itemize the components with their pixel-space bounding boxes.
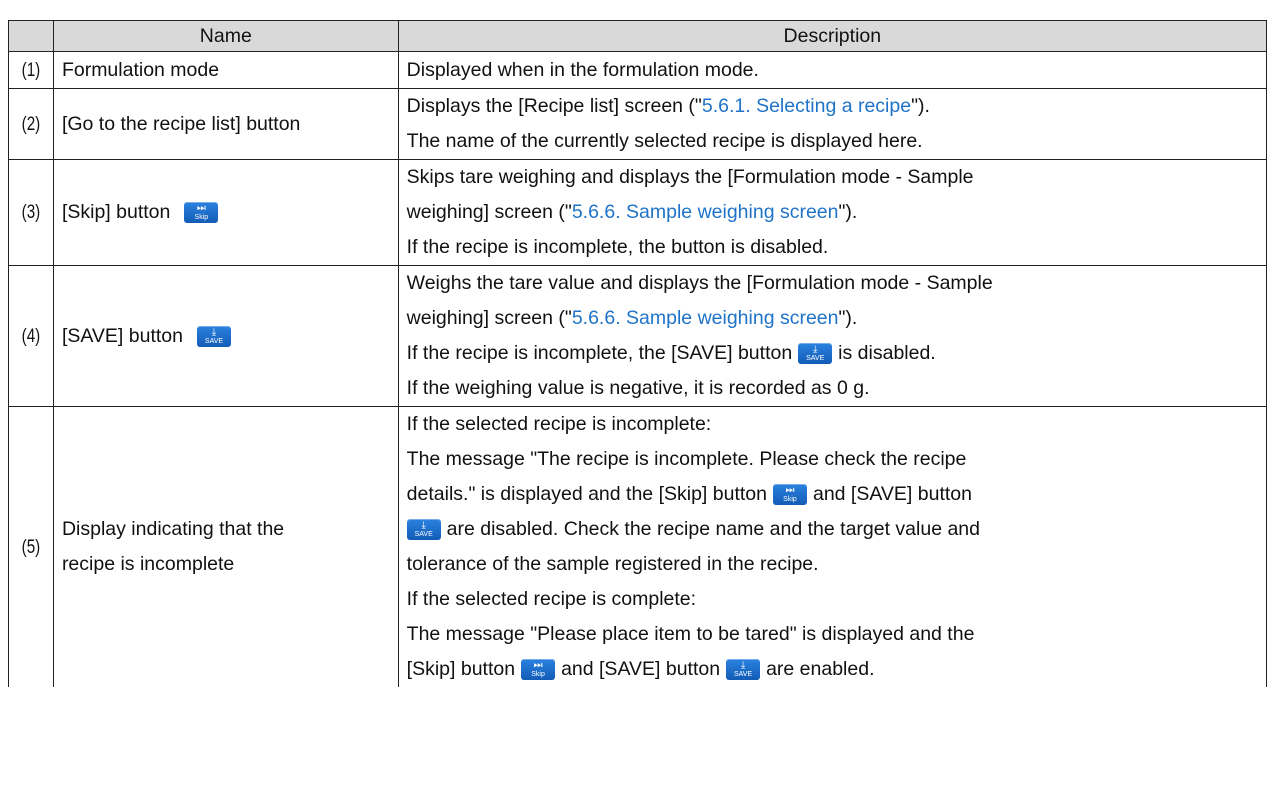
desc-line: tolerance of the sample registered in th… — [406, 553, 819, 575]
row-description: If the selected recipe is incomplete: Th… — [397, 406, 1268, 687]
desc-line: weighing] screen ("5.6.6. Sample weighin… — [406, 201, 858, 223]
desc-line: Displayed when in the formulation mode. — [406, 59, 759, 81]
desc-line: The name of the currently selected recip… — [406, 130, 923, 152]
row-name: Formulation mode — [52, 51, 399, 89]
link-selecting-recipe[interactable]: 5.6.1. Selecting a recipe — [702, 95, 911, 117]
save-download-icon: ⤓ SAVE — [406, 519, 441, 541]
desc-line: Displays the [Recipe list] screen ("5.6.… — [406, 95, 930, 117]
desc-line: weighing] screen ("5.6.6. Sample weighin… — [406, 307, 858, 329]
link-sample-weighing-screen[interactable]: 5.6.6. Sample weighing screen — [572, 201, 839, 223]
desc-line: If the weighing value is negative, it is… — [406, 377, 870, 399]
row-description: Displays the [Recipe list] screen ("5.6.… — [397, 88, 1268, 160]
desc-line: Skips tare weighing and displays the [Fo… — [406, 166, 974, 188]
spec-table: Name Description (1) Formulation mode Di… — [8, 20, 1268, 687]
table-header-row: Name Description — [8, 20, 1268, 52]
save-download-icon: ⤓ SAVE — [196, 325, 231, 347]
table-row: (4) [SAVE] button ⤓ SAVE Weighs the tare v… — [8, 265, 1268, 407]
skip-forward-icon: ⏭ Skip — [521, 659, 556, 681]
row-name: [Go to the recipe list] button — [52, 88, 399, 160]
row-number: (2) — [21, 112, 41, 135]
row-name: [SAVE] button ⤓ SAVE — [52, 265, 399, 407]
save-download-icon: ⤓ SAVE — [726, 659, 761, 681]
header-name: Name — [52, 20, 399, 52]
row-description: Skips tare weighing and displays the [Fo… — [397, 159, 1268, 266]
row-name: Display indicating that the recipe is in… — [52, 406, 399, 687]
header-description: Description — [397, 20, 1268, 52]
row-description: Displayed when in the formulation mode. — [397, 51, 1268, 89]
header-number — [8, 20, 54, 52]
skip-forward-icon: ⏭ Skip — [184, 202, 219, 224]
link-sample-weighing-screen[interactable]: 5.6.6. Sample weighing screen — [572, 307, 839, 329]
row-number: (1) — [21, 58, 41, 81]
table-row: (2) [Go to the recipe list] button Displ… — [8, 88, 1268, 160]
desc-line: If the selected recipe is incomplete: — [406, 413, 712, 435]
row-description: Weighs the tare value and displays the [… — [397, 265, 1268, 407]
desc-line: Weighs the tare value and displays the [… — [406, 272, 993, 294]
row-name: [Skip] button ⏭ Skip — [52, 159, 399, 266]
row-number: (5) — [21, 535, 41, 558]
desc-line: If the selected recipe is complete: — [406, 588, 697, 610]
skip-forward-icon: ⏭ Skip — [772, 484, 807, 506]
desc-line: If the recipe is incomplete, the button … — [406, 236, 829, 258]
row-number: (3) — [21, 201, 41, 223]
desc-line: ⤓ SAVE are disabled. Check the recipe name… — [406, 512, 1258, 547]
desc-line: The message "The recipe is incomplete. P… — [406, 448, 967, 470]
save-download-icon: ⤓ SAVE — [798, 343, 833, 365]
table-row: (5) Display indicating that the recipe i… — [8, 406, 1268, 687]
table-row: (1) Formulation mode Displayed when in t… — [8, 51, 1268, 89]
desc-line: details." is displayed and the [Skip] bu… — [406, 483, 972, 506]
row-number: (4) — [21, 324, 41, 347]
desc-line: [Skip] button ⏭ Skip and [SAVE] button ⤓ SAVE… — [406, 658, 875, 681]
desc-line: The message "Please place item to be tar… — [406, 623, 975, 645]
table-row: (3) [Skip] button ⏭ Skip Skips tare weighi… — [8, 159, 1268, 266]
desc-line: If the recipe is incomplete, the [SAVE] … — [406, 342, 936, 365]
